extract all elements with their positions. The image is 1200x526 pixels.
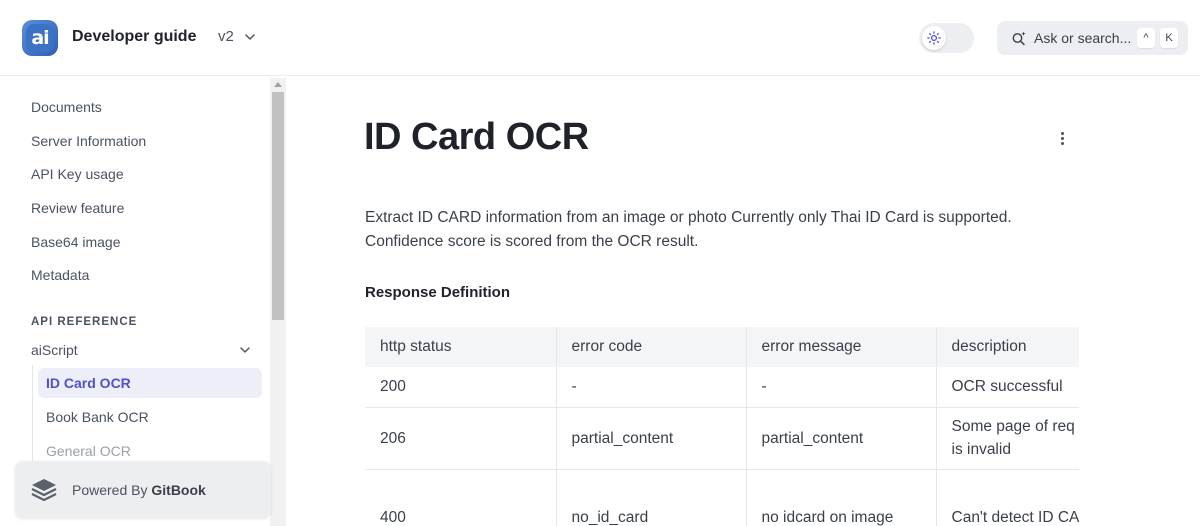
powered-by-text: Powered By GitBook — [72, 482, 206, 498]
search-sparkle-icon — [1012, 31, 1026, 46]
more-options-icon[interactable] — [1052, 127, 1072, 149]
table-cell: partial_content — [746, 407, 937, 470]
shortcut-key-ctrl: ^ — [1137, 28, 1155, 48]
sidebar-item-api-key-usage[interactable]: API Key usage — [31, 166, 124, 182]
scroll-up-arrow-icon[interactable] — [274, 82, 282, 87]
search-placeholder: Ask or search... — [1034, 30, 1132, 46]
shortcut-key-k: K — [1160, 28, 1178, 48]
sidebar-item-label: ID Card OCR — [46, 375, 131, 391]
chevron-down-icon — [245, 33, 255, 40]
table-cell: - — [556, 367, 747, 408]
powered-brand: GitBook — [151, 482, 206, 498]
sidebar-item-general-ocr[interactable]: General OCR — [46, 443, 131, 459]
sidebar-item-base64-image[interactable]: Base64 image — [31, 234, 121, 250]
logo-text: ai — [31, 27, 49, 49]
search-bar[interactable]: Ask or search... ^ K — [997, 21, 1188, 55]
table-row: 206 partial_content partial_content Some… — [365, 407, 1079, 470]
chevron-down-icon[interactable] — [239, 344, 251, 356]
page-description: Extract ID CARD information from an imag… — [365, 209, 1012, 250]
theme-knob — [922, 26, 946, 50]
sidebar-item-documents[interactable]: Documents — [31, 99, 102, 115]
table-cell: partial_content — [556, 407, 747, 470]
sidebar-item-id-card-ocr[interactable]: ID Card OCR — [38, 368, 262, 398]
powered-prefix: Powered By — [72, 482, 152, 498]
sidebar-item-server-information[interactable]: Server Information — [31, 133, 146, 149]
theme-toggle[interactable] — [919, 23, 974, 53]
version-selector[interactable]: v2 — [218, 28, 256, 45]
section-heading-response-definition: Response Definition — [365, 284, 511, 301]
column-header: error code — [556, 327, 747, 367]
sidebar-item-book-bank-ocr[interactable]: Book Bank OCR — [46, 409, 149, 425]
sidebar-scrollbar[interactable] — [270, 78, 286, 526]
table-header-row: http status error code error message des… — [365, 327, 1079, 367]
cell-wrapped-text: Some page of req is invalid — [951, 418, 1075, 458]
column-header: http status — [365, 327, 557, 367]
table-cell: OCR successful — [936, 367, 1079, 408]
column-header: description — [936, 327, 1079, 367]
table-cell: no_id_card — [556, 469, 747, 526]
scroll-thumb[interactable] — [272, 92, 284, 320]
site-logo[interactable]: ai — [22, 20, 58, 56]
table-cell: - — [746, 367, 937, 408]
top-header: ai Developer guide v2 Ask or search... ^… — [0, 0, 1200, 76]
sidebar-item-metadata[interactable]: Metadata — [31, 267, 89, 283]
response-definition-table: http status error code error message des… — [365, 327, 1079, 526]
sidebar-group-aiscript[interactable]: aiScript — [31, 342, 78, 358]
section-title-api-reference: API REFERENCE — [31, 316, 138, 328]
sidebar: Documents Server Information API Key usa… — [0, 77, 286, 526]
version-label: v2 — [218, 28, 234, 45]
column-header: error message — [746, 327, 937, 367]
table-row: 400 no_id_card no idcard on image Can't … — [365, 469, 1079, 526]
page-title: ID Card OCR — [364, 116, 589, 158]
table-row: 200 - - OCR successful — [365, 367, 1079, 408]
powered-by-gitbook[interactable]: Powered By GitBook — [15, 461, 271, 518]
table-cell: no idcard on image — [746, 469, 937, 526]
table-cell: 206 — [365, 407, 557, 470]
table-cell: 400 — [365, 469, 557, 526]
sun-icon — [927, 31, 941, 45]
table-cell: Some page of req is invalid — [936, 407, 1079, 470]
table-cell: 200 — [365, 367, 557, 408]
table-cell: Can't detect ID CA — [936, 469, 1079, 526]
site-title[interactable]: Developer guide — [72, 28, 196, 46]
sidebar-item-review-feature[interactable]: Review feature — [31, 200, 124, 216]
gitbook-icon — [31, 479, 57, 502]
